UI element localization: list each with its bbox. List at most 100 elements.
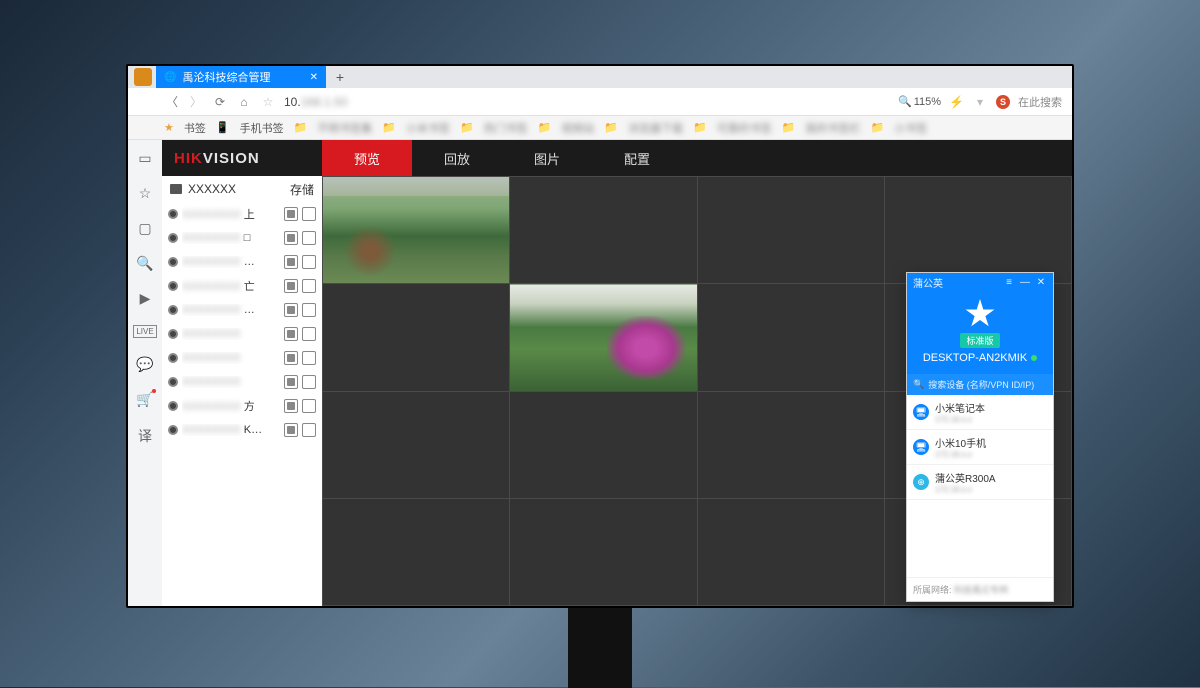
- bookmark-folder-blur[interactable]: 小米书签: [406, 120, 450, 136]
- camera-row[interactable]: XXXXXXXX: [162, 346, 322, 370]
- video-tile[interactable]: [697, 391, 884, 498]
- nvr-header[interactable]: XXXXXX 存储: [162, 176, 322, 202]
- pgy-menu-icon[interactable]: ≡: [1003, 277, 1015, 288]
- camera-record-icon[interactable]: [284, 279, 298, 293]
- folder-icon[interactable]: 📁: [782, 121, 796, 134]
- camera-snapshot-icon[interactable]: [302, 423, 316, 437]
- camera-row[interactable]: XXXXXXXX: [162, 322, 322, 346]
- video-tile-2[interactable]: [510, 284, 697, 391]
- bookmark-star-icon[interactable]: ★: [164, 121, 174, 134]
- forward-button[interactable]: 〉: [188, 93, 204, 110]
- video-tile[interactable]: [323, 284, 510, 391]
- folder-icon[interactable]: 📁: [693, 121, 707, 134]
- pgy-device-item[interactable]: 🖥小米10手机172.16.x.x: [907, 430, 1053, 465]
- pgy-device-item[interactable]: ⊕蒲公英R300A172.16.x.x: [907, 465, 1053, 500]
- camera-row[interactable]: XXXXXXXX: [162, 370, 322, 394]
- favorite-button[interactable]: ☆: [260, 95, 276, 109]
- bookmark-folder-blur[interactable]: 不明书签集: [317, 120, 372, 136]
- reload-button[interactable]: ⟳: [212, 95, 228, 109]
- camera-record-icon[interactable]: [284, 375, 298, 389]
- camera-record-icon[interactable]: [284, 327, 298, 341]
- pgy-close-icon[interactable]: ✕: [1035, 277, 1047, 288]
- bookmark-label[interactable]: 书签: [184, 120, 206, 136]
- camera-record-icon[interactable]: [284, 351, 298, 365]
- camera-record-icon[interactable]: [284, 423, 298, 437]
- video-tile[interactable]: [697, 498, 884, 605]
- camera-record-icon[interactable]: [284, 303, 298, 317]
- new-tab-button[interactable]: +: [326, 66, 354, 88]
- pgy-search[interactable]: 🔍 搜索设备 (名称/VPN ID/IP): [907, 374, 1053, 395]
- camera-row[interactable]: XXXXXXXX K…: [162, 418, 322, 442]
- home-button[interactable]: ⌂: [236, 95, 252, 109]
- camera-snapshot-icon[interactable]: [302, 279, 316, 293]
- folder-icon[interactable]: 📁: [460, 121, 474, 134]
- video-tile-1[interactable]: [323, 177, 510, 284]
- camera-row[interactable]: XXXXXXXX □: [162, 226, 322, 250]
- camera-record-icon[interactable]: [284, 207, 298, 221]
- star-rail-icon[interactable]: ☆: [139, 185, 152, 202]
- dropdown-icon[interactable]: ▾: [972, 95, 988, 109]
- folder-icon[interactable]: 📁: [604, 121, 618, 134]
- bookmark-folder-blur[interactable]: 热门书签: [484, 120, 528, 136]
- video-tile[interactable]: [510, 391, 697, 498]
- video-tile[interactable]: [697, 177, 884, 284]
- bookmark-folder-blur[interactable]: 我的书签栏: [806, 120, 861, 136]
- pgy-titlebar[interactable]: 蒲公英 ≡ — ✕: [907, 273, 1053, 291]
- cart-rail-icon[interactable]: 🛒: [136, 391, 153, 408]
- book-rail-icon[interactable]: ▢: [138, 220, 151, 237]
- camera-row[interactable]: XXXXXXXX 方: [162, 394, 322, 418]
- app-icon-taskbar[interactable]: [134, 68, 152, 86]
- video-tile[interactable]: [510, 498, 697, 605]
- camera-row[interactable]: XXXXXXXX 上: [162, 202, 322, 226]
- video-tile[interactable]: [323, 498, 510, 605]
- tab-picture[interactable]: 图片: [502, 140, 592, 176]
- tab-config[interactable]: 配置: [592, 140, 682, 176]
- mobile-bookmark-icon[interactable]: 📱: [216, 121, 230, 134]
- camera-row[interactable]: XXXXXXXX …: [162, 298, 322, 322]
- live-rail-icon[interactable]: LIVE: [133, 325, 156, 338]
- camera-snapshot-icon[interactable]: [302, 351, 316, 365]
- camera-snapshot-icon[interactable]: [302, 303, 316, 317]
- pgy-app-window[interactable]: 蒲公英 ≡ — ✕ 标准版 DESKTOP-AN2KMIK 🔍 搜索设备 (名称…: [906, 272, 1054, 602]
- search-hint[interactable]: 在此搜索: [1018, 94, 1062, 110]
- camera-snapshot-icon[interactable]: [302, 375, 316, 389]
- folder-icon[interactable]: 📁: [382, 121, 396, 134]
- tab-preview[interactable]: 预览: [322, 140, 412, 176]
- bookmark-folder-blur[interactable]: 视频站: [561, 120, 594, 136]
- tab-playback[interactable]: 回放: [412, 140, 502, 176]
- bookmark-rail-icon[interactable]: ▭: [138, 150, 151, 167]
- camera-snapshot-icon[interactable]: [302, 231, 316, 245]
- camera-snapshot-icon[interactable]: [302, 399, 316, 413]
- pgy-minimize-icon[interactable]: —: [1019, 277, 1031, 288]
- camera-snapshot-icon[interactable]: [302, 207, 316, 221]
- address-bar[interactable]: 10.168.1.50: [284, 95, 890, 109]
- bookmark-folder-blur[interactable]: 可靠的书签: [717, 120, 772, 136]
- zoom-indicator[interactable]: 🔍 115%: [898, 95, 941, 108]
- close-tab-icon[interactable]: ✕: [310, 72, 318, 83]
- camera-record-icon[interactable]: [284, 399, 298, 413]
- video-tile[interactable]: [323, 391, 510, 498]
- translate-rail-icon[interactable]: 译: [138, 426, 152, 446]
- video-rail-icon[interactable]: ▶: [140, 290, 151, 307]
- folder-icon[interactable]: 📁: [538, 121, 552, 134]
- sogou-icon[interactable]: S: [996, 95, 1010, 109]
- camera-snapshot-icon[interactable]: [302, 327, 316, 341]
- back-button[interactable]: 〈: [164, 93, 180, 110]
- video-tile[interactable]: [510, 177, 697, 284]
- chat-rail-icon[interactable]: 💬: [136, 356, 153, 373]
- video-tile[interactable]: [697, 284, 884, 391]
- camera-row[interactable]: XXXXXXXX …: [162, 250, 322, 274]
- lightning-icon[interactable]: ⚡: [949, 95, 964, 109]
- bookmark-mobile-label[interactable]: 手机书签: [240, 120, 284, 136]
- camera-row[interactable]: XXXXXXXX 亡: [162, 274, 322, 298]
- bookmark-folder-blur[interactable]: 浏览器下载: [628, 120, 683, 136]
- browser-tab-active[interactable]: 🌐 禹沦科技综合管理 ✕: [156, 66, 326, 88]
- search-rail-icon[interactable]: 🔍: [136, 255, 153, 272]
- camera-record-icon[interactable]: [284, 231, 298, 245]
- pgy-device-item[interactable]: 🖥小米笔记本172.16.x.x: [907, 395, 1053, 430]
- camera-record-icon[interactable]: [284, 255, 298, 269]
- bookmark-folder-blur[interactable]: 小书签: [894, 120, 927, 136]
- camera-snapshot-icon[interactable]: [302, 255, 316, 269]
- video-tile[interactable]: [884, 177, 1071, 284]
- folder-icon[interactable]: 📁: [294, 121, 308, 134]
